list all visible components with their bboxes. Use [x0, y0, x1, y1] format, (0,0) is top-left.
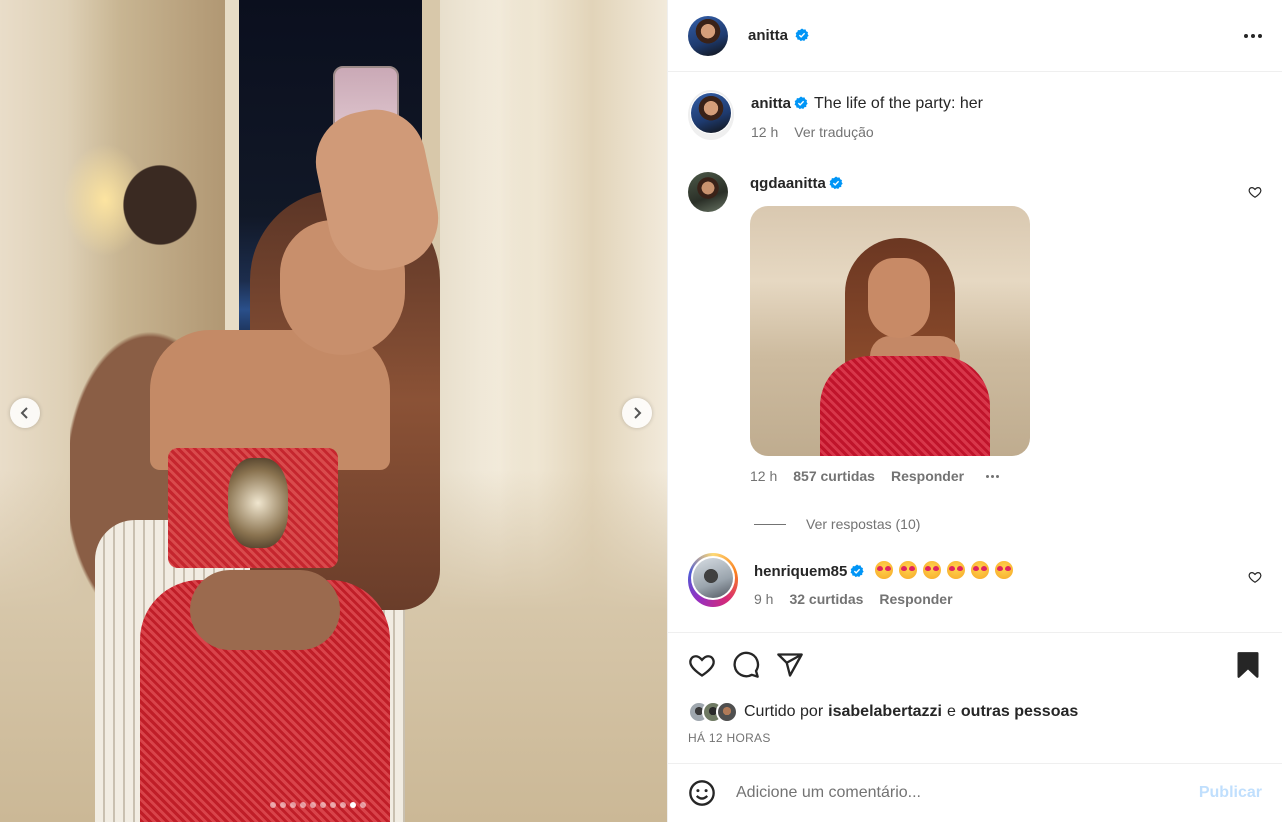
chevron-right-icon	[634, 407, 642, 419]
caption-body: anitta The life of the party: her 12 h Ve…	[751, 90, 1262, 140]
post-header: anitta	[668, 0, 1282, 72]
caption-meta: 12 h Ver tradução	[751, 124, 1262, 140]
comment-line: qgdaanitta	[750, 174, 1262, 194]
emoji-icon[interactable]	[688, 779, 716, 807]
carousel-dot	[300, 802, 306, 808]
bookmark-icon[interactable]	[1234, 651, 1262, 679]
sticker-dress	[820, 356, 990, 456]
comment-avatar[interactable]	[688, 172, 728, 212]
heart-eyes-emoji-icon	[946, 561, 965, 579]
translate-link[interactable]: Ver tradução	[794, 124, 873, 140]
heart-icon[interactable]	[688, 651, 716, 679]
reply-button[interactable]: Responder	[891, 468, 964, 484]
verified-badge-icon	[795, 27, 810, 41]
comment-meta: 12 h 857 curtidas Responder	[750, 468, 1262, 484]
caption-time[interactable]: 12 h	[751, 124, 778, 140]
post-sidebar: anitta anitta The life of the party: her …	[667, 0, 1282, 822]
verified-badge-icon	[794, 96, 808, 110]
comment-time[interactable]: 12 h	[750, 468, 777, 484]
author-username[interactable]: anitta	[748, 27, 788, 44]
likes-summary: Curtido por isabelabertazzi e outras pes…	[688, 701, 1262, 723]
view-replies-label: Ver respostas (10)	[806, 516, 921, 532]
action-row	[688, 651, 1262, 679]
carousel-dot	[280, 802, 286, 808]
heart-eyes-emoji-icon	[898, 561, 917, 579]
chevron-left-icon	[20, 407, 28, 419]
comment-username[interactable]: henriquem85	[754, 563, 847, 580]
view-replies-button[interactable]: Ver respostas (10)	[754, 516, 1262, 532]
carousel-dot	[270, 802, 276, 808]
comment-meta: 9 h 32 curtidas Responder	[754, 591, 1262, 607]
caption-avatar[interactable]	[691, 93, 731, 133]
heart-icon[interactable]	[1248, 185, 1262, 199]
replies-divider	[754, 523, 786, 525]
post-actions: Curtido por isabelabertazzi e outras pes…	[668, 632, 1282, 745]
comment-sticker-image[interactable]	[750, 206, 1030, 456]
heart-eyes-emoji-icon	[874, 561, 893, 579]
likes-user[interactable]: isabelabertazzi	[828, 703, 942, 721]
comment-composer: Publicar	[668, 763, 1282, 822]
more-options-icon[interactable]	[1244, 33, 1262, 38]
carousel-dot	[340, 802, 346, 808]
comment-time[interactable]: 9 h	[754, 591, 773, 607]
comment-line: henriquem85	[754, 561, 1262, 582]
caption-row: anitta The life of the party: her 12 h Ve…	[688, 90, 1262, 140]
caption-line: anitta The life of the party: her	[751, 94, 1262, 114]
carousel-prev-button[interactable]	[10, 398, 40, 428]
author-avatar[interactable]	[688, 15, 728, 56]
comment-body: qgdaanitta 12 h 857 curtidas Responder V	[750, 172, 1262, 532]
heart-eyes-emoji-icon	[994, 561, 1013, 579]
heart-eyes-emoji-icon	[922, 561, 941, 579]
sticker-face	[868, 258, 930, 338]
comment-input[interactable]	[736, 784, 1199, 802]
carousel-dot	[330, 802, 336, 808]
story-ring-inner	[691, 556, 735, 600]
caption-username[interactable]: anitta	[751, 95, 791, 112]
photo-brooch	[228, 458, 288, 548]
caption-avatar-ring	[688, 90, 734, 140]
post-timestamp[interactable]: HÁ 12 HORAS	[688, 731, 1262, 745]
comment-body: henriquem85 9 h 32 curtidas Responder	[754, 553, 1262, 607]
verified-badge-icon	[829, 176, 843, 190]
carousel-next-button[interactable]	[622, 398, 652, 428]
likes-others[interactable]: outras pessoas	[961, 703, 1078, 721]
comment-username[interactable]: qgdaanitta	[750, 175, 826, 192]
verified-badge-icon	[850, 564, 865, 578]
liker-avatar[interactable]	[716, 701, 738, 723]
post-modal: anitta anitta The life of the party: her …	[0, 0, 1282, 822]
carousel-dot	[290, 802, 296, 808]
likes-conj: e	[946, 703, 956, 720]
reply-button[interactable]: Responder	[879, 591, 952, 607]
caption-text: The life of the party: her	[814, 95, 983, 112]
publish-button[interactable]: Publicar	[1199, 784, 1262, 802]
likes-prefix: Curtido por	[744, 703, 824, 720]
carousel-dot	[310, 802, 316, 808]
comment-emojis	[869, 561, 1013, 580]
comment-more-icon[interactable]	[986, 474, 1000, 478]
comment-likes[interactable]: 857 curtidas	[793, 468, 875, 484]
author-username-wrap: anitta	[748, 27, 810, 45]
comment-icon[interactable]	[732, 651, 760, 679]
comment-likes[interactable]: 32 curtidas	[789, 591, 863, 607]
share-icon[interactable]	[776, 651, 804, 679]
post-photo[interactable]	[0, 0, 667, 822]
comment-avatar[interactable]	[693, 558, 733, 598]
heart-eyes-emoji-icon	[970, 561, 989, 579]
photo-hand	[190, 570, 340, 650]
comment-row: qgdaanitta 12 h 857 curtidas Responder V	[688, 172, 1262, 532]
carousel-dot	[320, 802, 326, 808]
story-ring[interactable]	[688, 553, 738, 607]
comment-row: henriquem85 9 h 32 curtidas Responder	[688, 553, 1262, 607]
liker-avatars	[688, 701, 738, 723]
caption-avatar-ring-inner	[690, 92, 732, 134]
heart-icon[interactable]	[1248, 570, 1262, 584]
carousel-dots	[270, 802, 366, 808]
carousel-dot	[360, 802, 366, 808]
carousel-dot	[350, 802, 356, 808]
